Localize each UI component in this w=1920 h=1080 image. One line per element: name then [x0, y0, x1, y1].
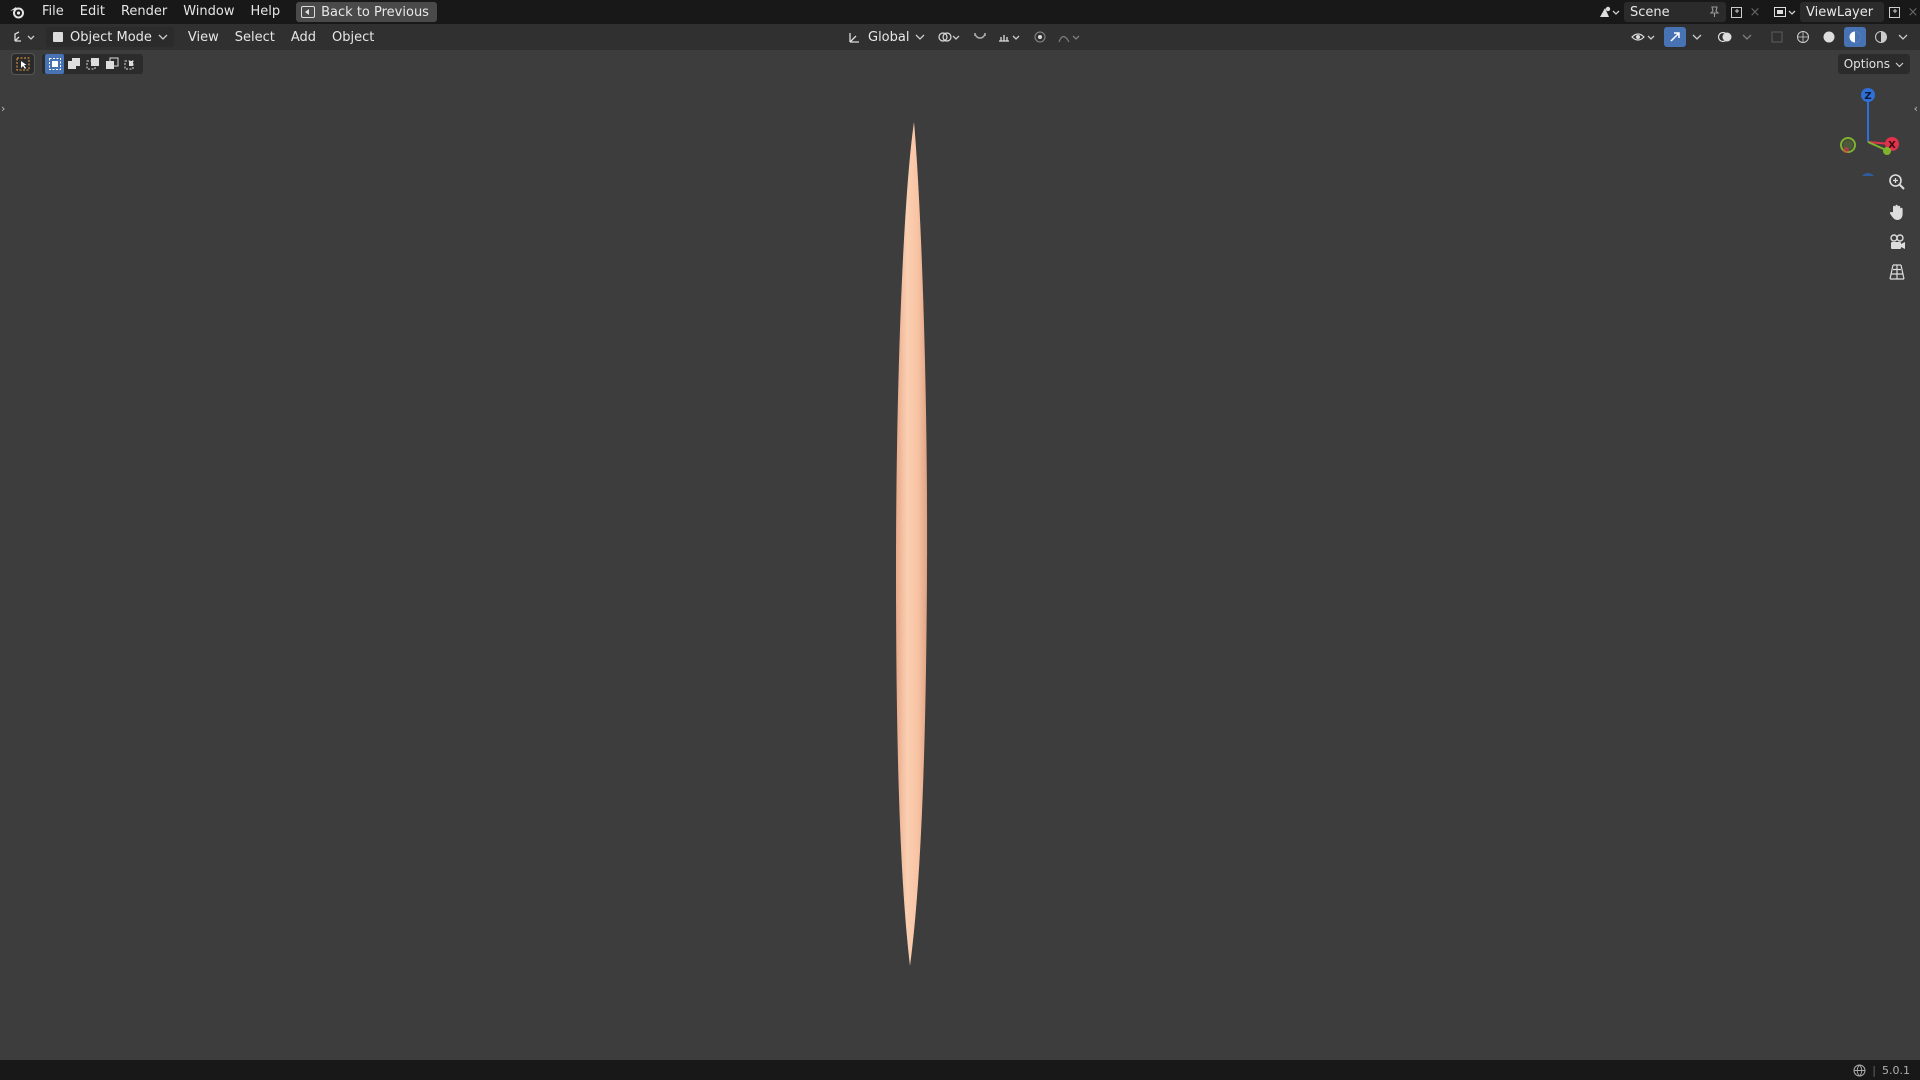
- camera-view-icon[interactable]: [1884, 230, 1910, 254]
- spindle-object[interactable]: [880, 70, 940, 1000]
- options-label: Options: [1843, 57, 1890, 71]
- material-preview-shading-icon[interactable]: [1844, 27, 1866, 47]
- neg-z-axis-handle[interactable]: [1861, 173, 1875, 176]
- tool-settings: [11, 53, 143, 75]
- proportional-editing-icon[interactable]: [1029, 27, 1051, 47]
- overlays-dropdown-icon[interactable]: [1740, 27, 1754, 47]
- editor-type-icon[interactable]: [8, 27, 42, 47]
- solid-shading-icon[interactable]: [1818, 27, 1840, 47]
- select-intersect-icon[interactable]: [121, 54, 140, 74]
- xray-icon[interactable]: [1766, 27, 1788, 47]
- viewport-header: Object Mode View Select Add Object Globa…: [0, 24, 1920, 50]
- visibility-icon[interactable]: [1628, 27, 1660, 47]
- chevron-down-icon: [1895, 61, 1904, 68]
- new-scene-icon[interactable]: [1726, 2, 1748, 22]
- status-separator: |: [1872, 1063, 1876, 1077]
- pivot-point-icon[interactable]: [935, 27, 965, 47]
- object-mode-icon: [52, 31, 64, 43]
- orientation-icon: [848, 30, 862, 44]
- scene-name: Scene: [1630, 4, 1670, 20]
- pin-icon[interactable]: [1709, 6, 1720, 18]
- back-to-previous-label: Back to Previous: [321, 4, 429, 20]
- z-axis-label: Z: [1864, 91, 1871, 102]
- gizmo-dropdown-icon[interactable]: [1690, 27, 1704, 47]
- display-tools: [1628, 27, 1910, 47]
- y-axis-handle[interactable]: [1883, 147, 1891, 155]
- select-new-icon[interactable]: [45, 54, 64, 74]
- menu-add[interactable]: Add: [283, 30, 324, 45]
- status-bar: | 5.0.1: [0, 1060, 1920, 1080]
- options-dropdown[interactable]: Options: [1837, 54, 1910, 74]
- falloff-curve-icon[interactable]: [1055, 27, 1085, 47]
- transform-tools: Global: [838, 27, 1085, 47]
- view-layer-name: ViewLayer: [1806, 4, 1874, 20]
- view-layer-browser-icon[interactable]: [1770, 2, 1800, 22]
- snap-icon[interactable]: [969, 27, 991, 47]
- object-mode-dropdown[interactable]: Object Mode: [46, 27, 174, 47]
- selection-mode-group: [42, 54, 143, 74]
- select-extend-icon[interactable]: [64, 54, 83, 74]
- back-icon: [301, 6, 316, 18]
- snap-target-icon[interactable]: [995, 27, 1025, 47]
- back-to-previous-button[interactable]: Back to Previous: [296, 2, 437, 22]
- select-subtract-icon[interactable]: [83, 54, 102, 74]
- 3d-viewport[interactable]: Options › ‹ Z X: [0, 50, 1920, 1060]
- menu-help[interactable]: Help: [243, 0, 289, 24]
- perspective-toggle-icon[interactable]: [1884, 260, 1910, 284]
- chevron-down-icon: [158, 33, 168, 41]
- delete-view-layer-icon[interactable]: ×: [1906, 2, 1920, 22]
- scene-name-field[interactable]: Scene: [1624, 2, 1726, 22]
- top-bar: File Edit Render Window Help Back to Pre…: [0, 0, 1920, 24]
- view-layer-field[interactable]: ViewLayer: [1800, 2, 1884, 22]
- chevron-down-icon: [915, 33, 925, 41]
- viewport-navigation: [1884, 170, 1910, 284]
- select-invert-icon[interactable]: [102, 54, 121, 74]
- new-view-layer-icon[interactable]: [1884, 2, 1906, 22]
- transform-orientation-dropdown[interactable]: Global: [842, 27, 931, 47]
- toolbar-expand-chevron-icon[interactable]: ›: [1, 102, 5, 115]
- delete-scene-icon[interactable]: ×: [1748, 2, 1762, 22]
- network-icon: [1853, 1064, 1866, 1077]
- blender-version: 5.0.1: [1882, 1063, 1910, 1077]
- orientation-label: Global: [868, 29, 910, 45]
- navigation-gizmo[interactable]: Z X: [1836, 84, 1902, 176]
- wireframe-shading-icon[interactable]: [1792, 27, 1814, 47]
- select-tool-icon[interactable]: [11, 53, 35, 75]
- menu-view[interactable]: View: [180, 30, 227, 45]
- blender-logo-icon[interactable]: [0, 0, 34, 24]
- menu-render[interactable]: Render: [113, 0, 175, 24]
- rendered-shading-icon[interactable]: [1870, 27, 1892, 47]
- object-mode-label: Object Mode: [70, 29, 152, 45]
- menu-object[interactable]: Object: [324, 30, 382, 45]
- sidebar-expand-chevron-icon[interactable]: ‹: [1914, 102, 1918, 115]
- menu-select[interactable]: Select: [227, 30, 283, 45]
- overlays-icon[interactable]: [1714, 27, 1736, 47]
- shading-dropdown-icon[interactable]: [1896, 27, 1910, 47]
- menu-edit[interactable]: Edit: [72, 0, 113, 24]
- pan-hand-icon[interactable]: [1884, 200, 1910, 224]
- menu-window[interactable]: Window: [175, 0, 242, 24]
- scene-browser-icon[interactable]: [1594, 2, 1624, 22]
- zoom-icon[interactable]: [1884, 170, 1910, 194]
- gizmo-toggle-icon[interactable]: [1664, 27, 1686, 47]
- menu-file[interactable]: File: [34, 0, 72, 24]
